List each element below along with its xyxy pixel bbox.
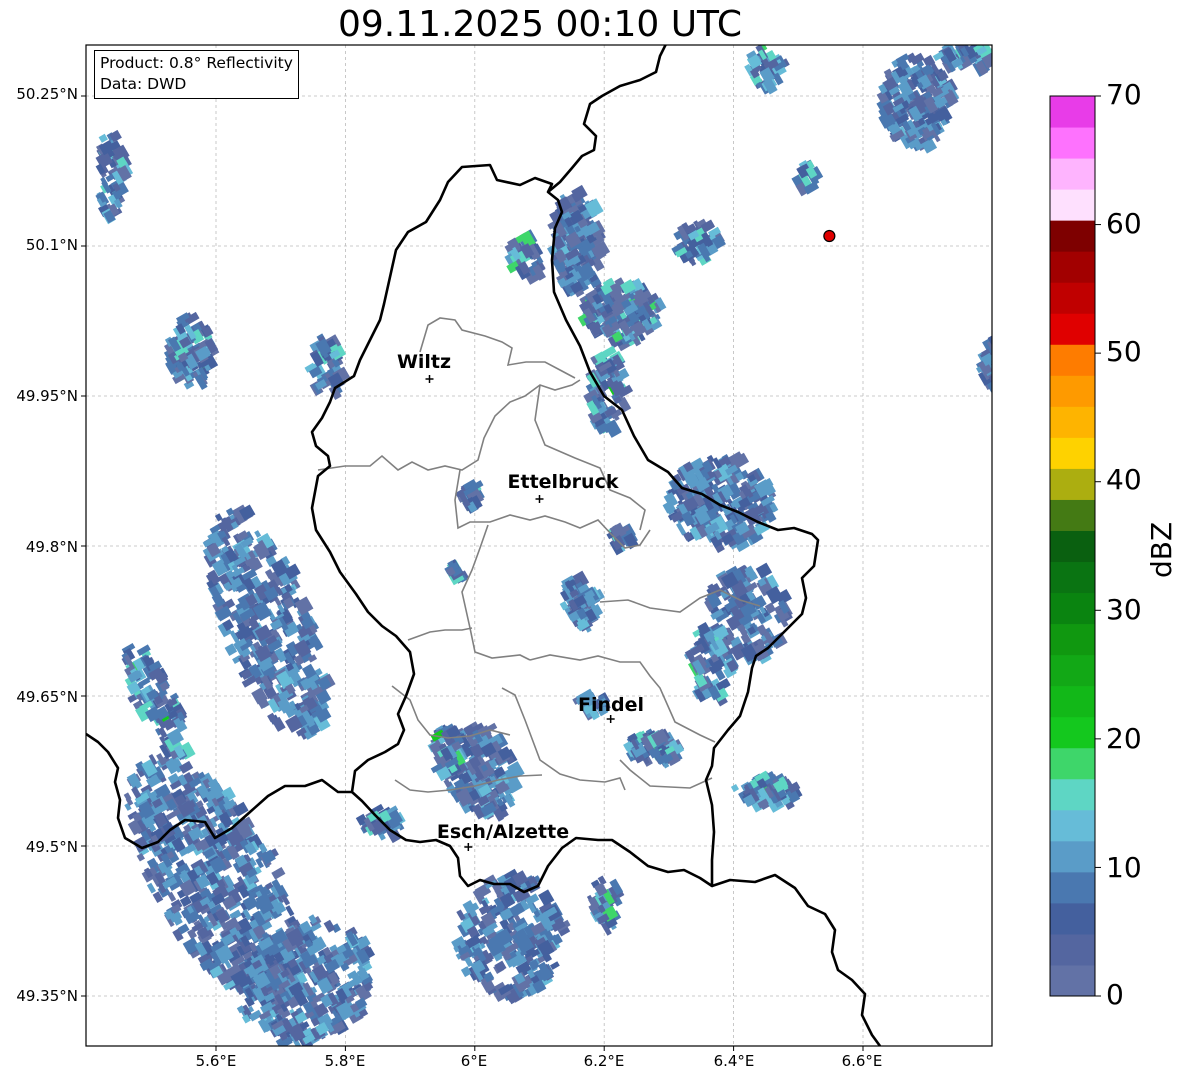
lat-tick-label: 49.65°N: [16, 688, 78, 706]
city-label-ettelbruck: Ettelbruck: [507, 471, 619, 493]
product-info-box: Product: 0.8° Reflectivity Data: DWD: [94, 50, 299, 99]
colorbar-tick-label: 10: [1106, 851, 1142, 884]
echo-cell: [991, 355, 992, 372]
colorbar-tick-label: 50: [1106, 335, 1142, 368]
colorbar-segment: [1050, 220, 1095, 252]
lon-tick-label: 6.2°E: [583, 1052, 625, 1070]
colorbar-segment: [1050, 716, 1095, 749]
colorbar-tick-label: 70: [1106, 78, 1142, 111]
colorbar-segment: [1050, 406, 1095, 438]
lon-tick-label: 6.4°E: [713, 1052, 755, 1070]
colorbar-label: dBZ: [1145, 521, 1178, 578]
city-label-esch-alzette: Esch/Alzette: [436, 821, 570, 843]
lon-tick-label: 5.6°E: [195, 1052, 237, 1070]
colorbar-segment: [1050, 127, 1095, 159]
colorbar-segment: [1050, 964, 1095, 997]
data-source-label: Data: DWD: [100, 75, 187, 93]
radar-map: [81, 44, 1101, 1051]
lon-tick-label: 5.8°E: [324, 1052, 366, 1070]
lat-tick-label: 50.1°N: [25, 236, 78, 254]
colorbar-segment: [1050, 437, 1095, 469]
city-label-wiltz: Wiltz: [396, 351, 452, 373]
lat-tick-label: 49.35°N: [16, 987, 78, 1005]
lon-tick-label: 6°E: [460, 1052, 488, 1070]
lat-tick-label: 49.95°N: [16, 387, 78, 405]
colorbar-tick-label: 30: [1106, 593, 1142, 626]
colorbar-segment: [1050, 251, 1095, 283]
colorbar-segment: [1050, 902, 1095, 935]
colorbar-segment: [1050, 685, 1095, 718]
colorbar-segment: [1050, 623, 1095, 656]
radar-site-marker: [823, 229, 836, 243]
colorbar-segment: [1050, 778, 1095, 811]
colorbar-segment: [1050, 189, 1095, 221]
city-label-findel: Findel: [577, 694, 645, 716]
colorbar-segment: [1050, 871, 1095, 904]
lat-tick-label: 49.5°N: [25, 838, 78, 856]
colorbar-segment: [1050, 654, 1095, 687]
lat-tick-label: 49.8°N: [25, 538, 78, 556]
colorbar-segment: [1050, 468, 1095, 500]
colorbar-segment: [1050, 561, 1095, 594]
colorbar-tick-label: 40: [1106, 463, 1142, 496]
colorbar-tick-label: 0: [1106, 978, 1124, 1011]
colorbar-segment: [1050, 933, 1095, 966]
colorbar-segment: [1050, 313, 1095, 345]
colorbar-segment: [1050, 344, 1095, 376]
lat-tick-label: 50.25°N: [16, 85, 78, 103]
colorbar-segment: [1050, 375, 1095, 407]
colorbar-segment: [1050, 592, 1095, 625]
colorbar-segment: [1050, 840, 1095, 873]
colorbar-segment: [1050, 282, 1095, 314]
colorbar-segment: [1050, 809, 1095, 842]
colorbar-tick-label: 20: [1106, 722, 1142, 755]
colorbar-segment: [1050, 96, 1095, 128]
product-label: Product: 0.8° Reflectivity: [100, 54, 293, 72]
colorbar-segment: [1050, 747, 1095, 780]
colorbar-segment: [1050, 499, 1095, 531]
colorbar-tick-label: 60: [1106, 207, 1142, 240]
colorbar-segment: [1050, 158, 1095, 190]
colorbar: [1049, 95, 1101, 997]
lon-tick-label: 6.6°E: [841, 1052, 883, 1070]
colorbar-segment: [1050, 530, 1095, 563]
